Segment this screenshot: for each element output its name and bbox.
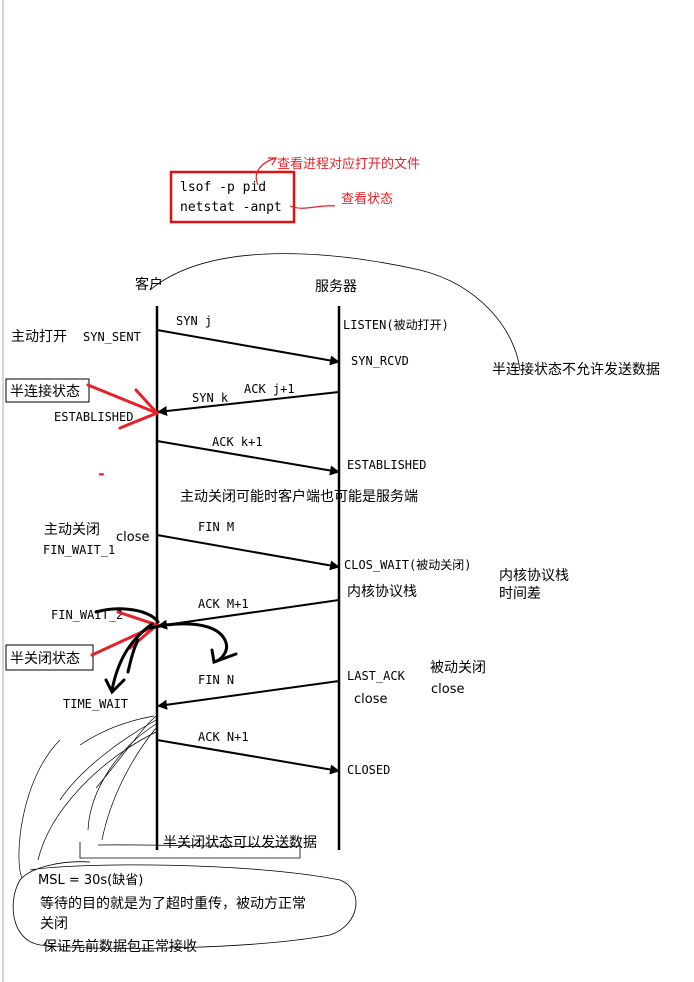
label-half-conn-state: 半连接状态 — [10, 383, 80, 400]
state-listen: LISTEN(被动打开) — [343, 318, 449, 332]
label-close-server-1: close — [354, 692, 387, 707]
state-last-ack: LAST_ACK — [347, 669, 406, 683]
label-ensure-packets: 保证先前数据包正常接收 — [43, 938, 197, 955]
state-syn-rcvd: SYN_RCVD — [351, 354, 409, 368]
arrow-fin-n — [157, 680, 340, 710]
server-header: 服务器 — [315, 279, 357, 295]
label-kernel-stack-server: 内核协议栈 — [347, 584, 417, 600]
note-status-stroke — [289, 205, 336, 209]
label-active-close: 主动关闭 — [44, 522, 100, 538]
msl-left-stroke — [18, 739, 61, 879]
msg-fin-n: FIN N — [198, 673, 234, 687]
state-syn-sent: SYN_SENT — [83, 330, 141, 344]
label-half-close-state: 半关闭状态 — [10, 651, 80, 667]
label-msl: MSL = 30s(缺省) — [38, 873, 143, 888]
command-line-2: netstat -anpt — [180, 200, 282, 215]
state-fin-wait-1: FIN_WAIT_1 — [43, 543, 115, 557]
client-header: 客户 — [135, 276, 163, 293]
state-established-server: ESTABLISHED — [347, 458, 426, 472]
state-clos-wait: CLOS_WAIT(被动关闭) — [344, 558, 471, 572]
label-passive-close: 被动关闭 — [430, 660, 486, 676]
server-arc-stroke — [149, 253, 521, 371]
state-closed: CLOSED — [347, 763, 390, 777]
arrow-ack-n1 — [156, 739, 340, 775]
label-close-server-2: close — [431, 682, 464, 697]
msg-ack-m1: ACK M+1 — [198, 597, 249, 611]
msg-ack-k1: ACK k+1 — [212, 435, 263, 449]
label-time-diff: 时间差 — [499, 586, 541, 602]
command-line-1: lsof -p pid — [180, 180, 266, 195]
label-close-client: close — [116, 530, 149, 545]
red-dash: - — [98, 464, 105, 483]
label-kernel-stack-right: 内核协议栈 — [499, 568, 569, 584]
arrow-fin-m — [156, 534, 340, 571]
label-active-open: 主动打开 — [11, 328, 67, 345]
label-half-conn-no-send: 半连接状态不允许发送数据 — [492, 361, 660, 378]
note-status: 查看状态 — [341, 191, 393, 207]
tcp-state-diagram: lsof -p pid netstat -anpt 查看进程对应打开的文件 查看… — [2, 0, 660, 982]
msg-ack-j1: ACK j+1 — [244, 382, 295, 396]
state-time-wait: TIME_WAIT — [63, 697, 128, 711]
msg-syn-k: SYN k — [192, 391, 229, 405]
arrow-syn-j — [156, 329, 340, 366]
label-wait-purpose-1: 等待的目的就是为了超时重传，被动方正常 — [40, 895, 306, 912]
msg-syn-j: SYN j — [176, 314, 212, 328]
label-active-close-either: 主动关闭可能时客户端也可能是服务端 — [180, 488, 418, 505]
msg-ack-n1: ACK N+1 — [198, 730, 249, 744]
time-wait-wavy-lines — [37, 715, 157, 861]
msg-fin-m: FIN M — [198, 520, 234, 534]
label-wait-purpose-2: 关闭 — [40, 916, 68, 932]
note-open-files: 查看进程对应打开的文件 — [277, 156, 420, 172]
state-established-client: ESTABLISHED — [54, 410, 133, 424]
label-half-close-can-send: 半关闭状态可以发送数据 — [163, 835, 317, 851]
